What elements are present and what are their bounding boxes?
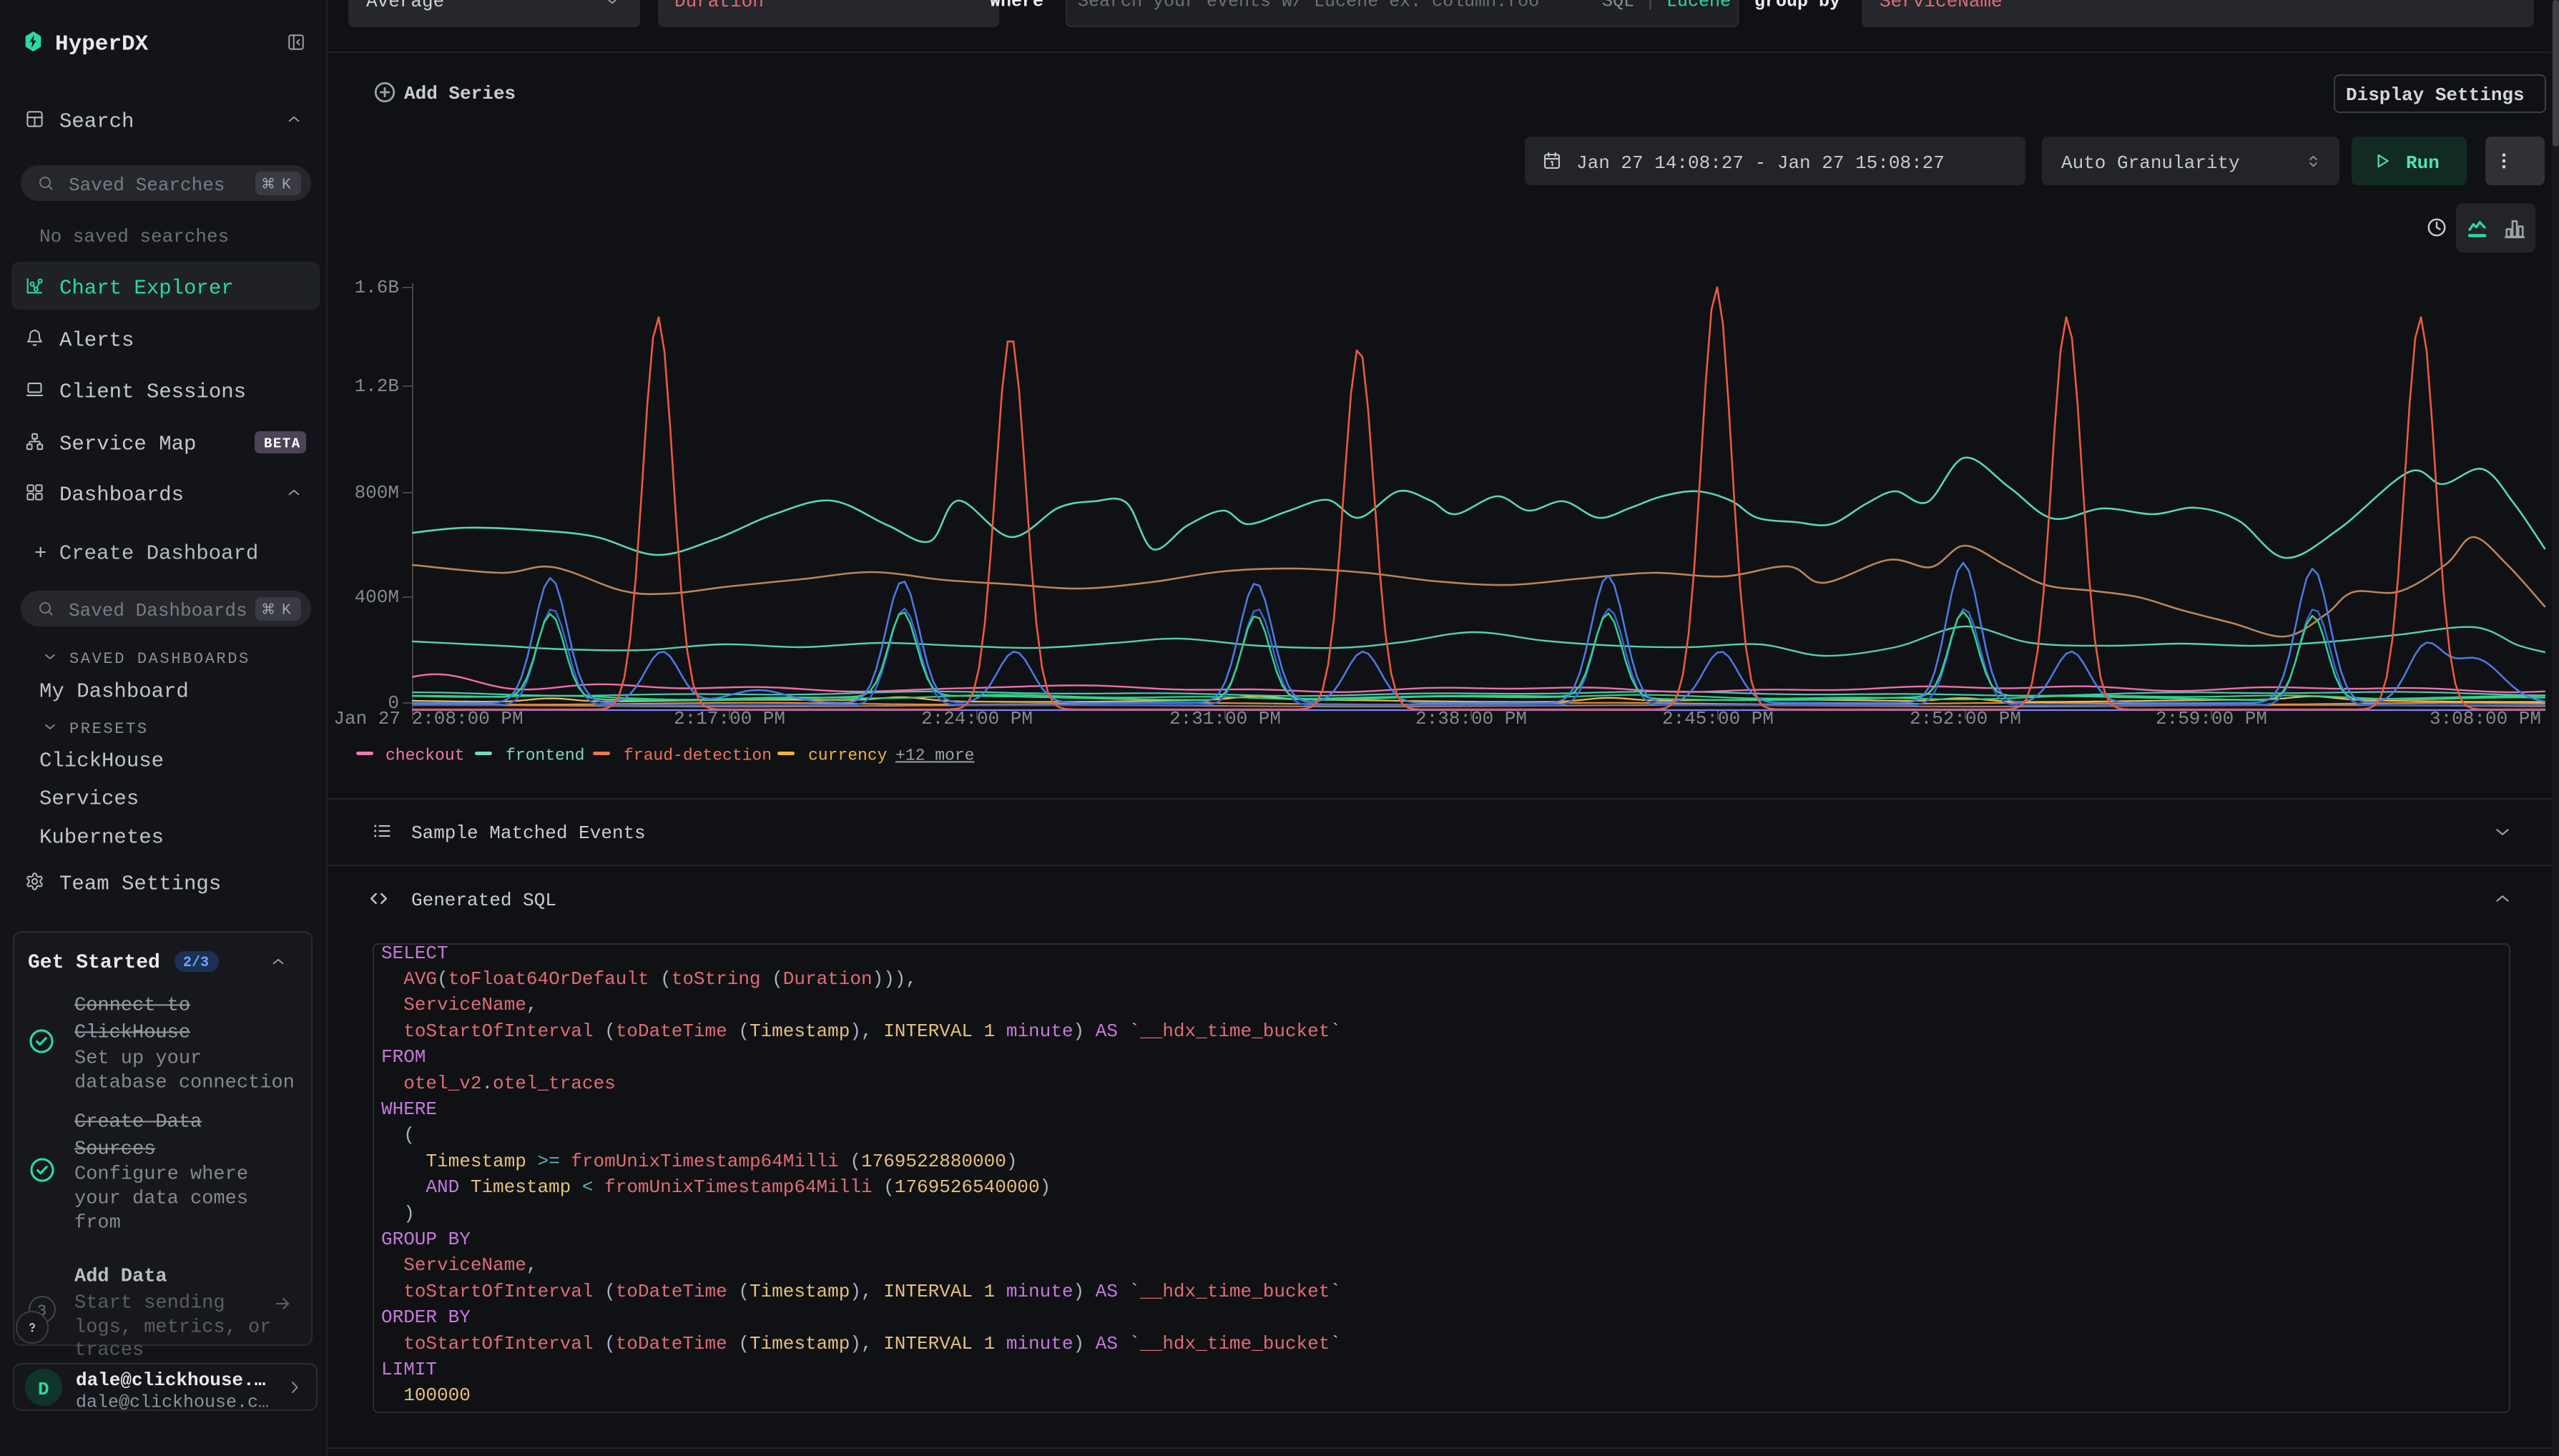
- svg-text:800M: 800M: [355, 482, 399, 503]
- svg-text:400M: 400M: [355, 586, 399, 608]
- svg-text:Jan 27 2:08:00 PM: Jan 27 2:08:00 PM: [333, 708, 523, 729]
- svg-text:1.6B: 1.6B: [355, 277, 399, 298]
- svg-text:2:38:00 PM: 2:38:00 PM: [1415, 708, 1527, 729]
- svg-text:2:24:00 PM: 2:24:00 PM: [921, 708, 1033, 729]
- svg-text:1.2B: 1.2B: [355, 375, 399, 397]
- svg-text:2:52:00 PM: 2:52:00 PM: [1910, 708, 2021, 729]
- svg-text:3:08:00 PM: 3:08:00 PM: [2430, 708, 2541, 729]
- svg-text:2:45:00 PM: 2:45:00 PM: [1662, 708, 1774, 729]
- svg-text:2:31:00 PM: 2:31:00 PM: [1169, 708, 1281, 729]
- svg-text:2:59:00 PM: 2:59:00 PM: [2156, 708, 2267, 729]
- svg-text:2:17:00 PM: 2:17:00 PM: [674, 708, 785, 729]
